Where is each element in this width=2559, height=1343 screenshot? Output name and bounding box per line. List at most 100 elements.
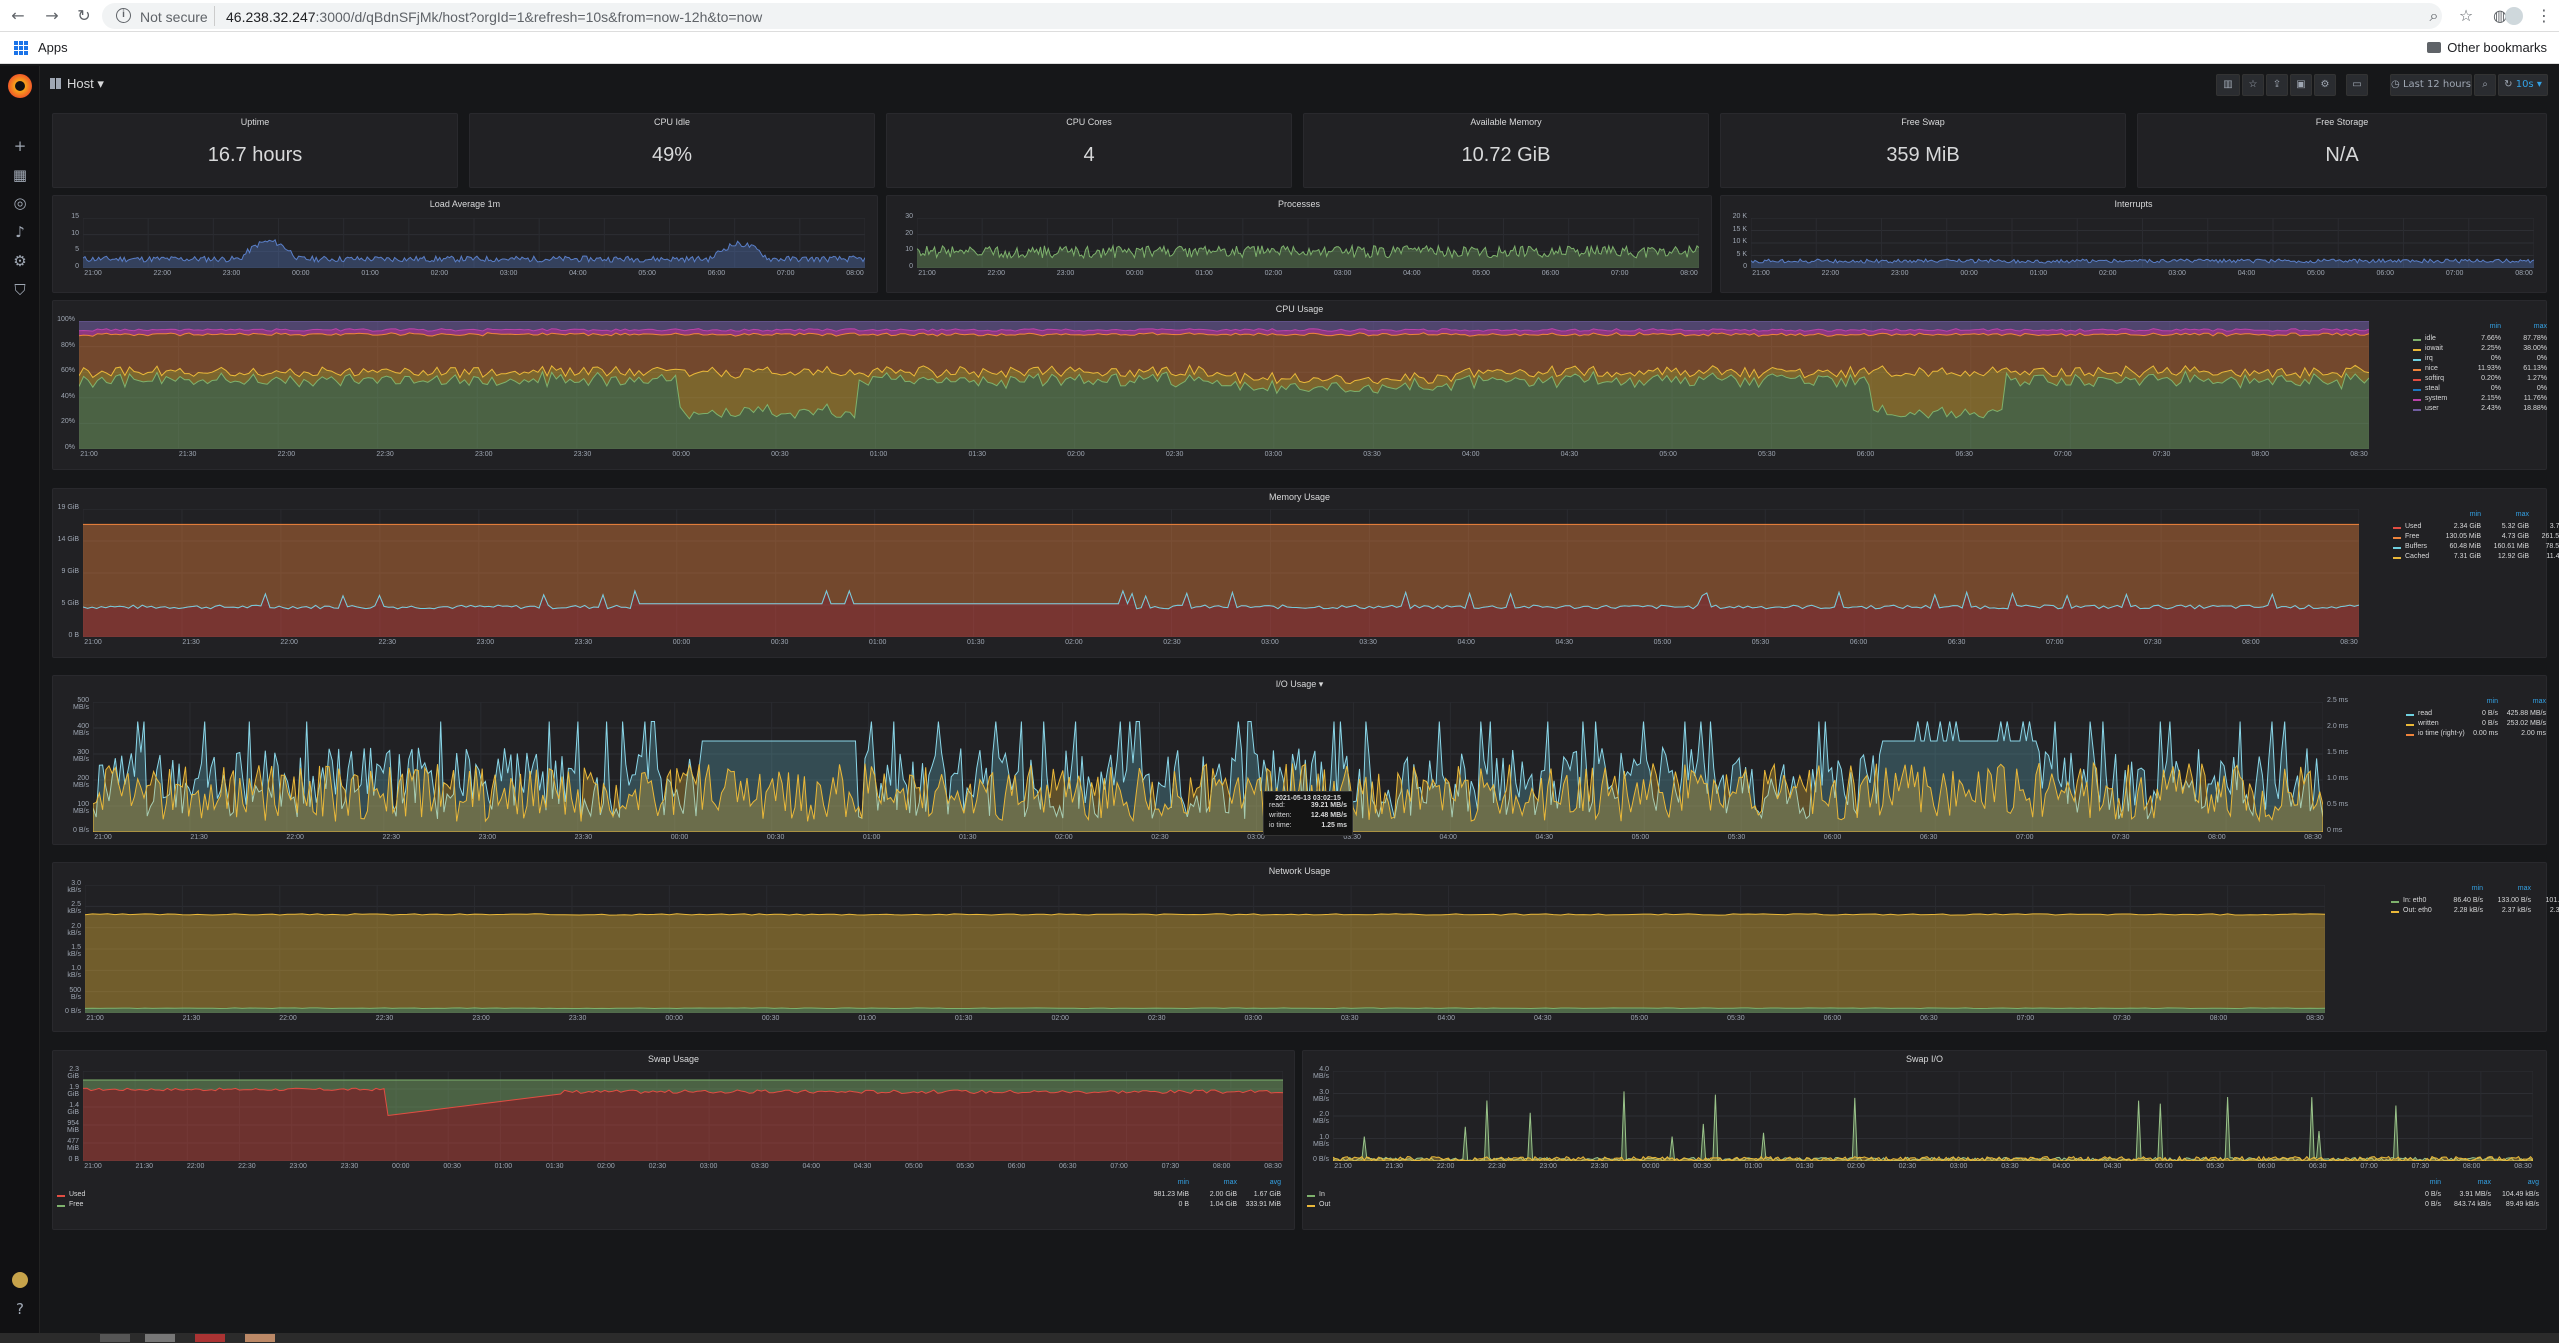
legend-row-in[interactable]: In 0 B/s 3.91 MB/s 104.49 kB/s [1307,1191,2539,1201]
x-tick-label: 03:00 [1244,1015,1263,1022]
in-area [1333,1091,2533,1161]
legend-row-io-time-right-y-[interactable]: io time (right-y)0.00 ms2.00 ms0.85 ms [2406,730,2559,740]
legend-name: Free [2405,533,2420,540]
x-tick-label: 06:00 [707,270,726,277]
menu-kebab-icon[interactable]: ⋮ [2534,6,2554,26]
info-icon[interactable]: i [116,8,131,23]
x-tick-label: 08:30 [1264,1163,1282,1170]
explore-icon[interactable]: ◎ [10,193,30,213]
taskbar-app[interactable] [145,1334,175,1342]
legend-avg: 0% [2549,385,2559,392]
stat-value: N/A [2325,144,2359,166]
gear-icon[interactable]: ⚙ [10,251,30,271]
help-icon[interactable]: ? [10,1299,30,1319]
legend-row-used[interactable]: Used 2.34 GiB 5.32 GiB 3.76 GiB [2393,523,2559,533]
x-tick-label: 23:00 [222,270,241,277]
reload-icon[interactable]: ↻ [74,6,94,26]
x-tick-label: 02:30 [648,1163,667,1170]
y-tick-label: 400 MB/s [73,723,89,737]
add-panel-button[interactable]: ▥ [2216,74,2240,96]
legend-avg: 11.43 GiB [2546,553,2559,560]
apps-bookmark[interactable]: Apps [38,40,68,55]
used-area [83,1088,1283,1161]
taskbar-app[interactable] [195,1334,225,1342]
legend-row-nice[interactable]: nice 11.93% 61.13%29.46% [2413,365,2559,375]
share-button[interactable]: ⇪ [2266,74,2288,96]
y-tick-label: 5 [75,246,79,254]
profile-avatar[interactable] [2505,7,2523,25]
x-tick-label: 04:00 [802,1163,821,1170]
x-tick-label: 02:30 [1165,451,1184,458]
legend-name: steal [2425,385,2440,392]
panel-title: Swap I/O [1905,1054,1943,1064]
chart-plot [1333,1071,2533,1161]
legend-max: 1.04 GiB [1209,1201,1237,1208]
settings-button[interactable]: ⚙ [2314,74,2336,96]
legend-row-out[interactable]: Out 0 B/s 843.74 kB/s 89.49 kB/s [1307,1201,2539,1211]
legend-row-buffers[interactable]: Buffers 60.48 MiB 160.61 MiB 78.54 MiB [2393,543,2559,553]
legend-row-irq[interactable]: irq0%0%0% [2413,355,2559,365]
taskbar-app[interactable] [245,1334,275,1342]
legend-row-written[interactable]: written 0 B/s 253.02 MB/s 64.00 MB/s [2406,720,2559,730]
apps-grid-icon[interactable] [14,41,28,55]
legend-row-idle[interactable]: idle 7.66% 87.78%50.09% [2413,335,2559,345]
forward-icon[interactable]: → [42,6,62,26]
legend-header: max [2515,511,2529,518]
address-bar[interactable]: i Not secure 46.238.32.247:3000/d/qBdnSF… [102,3,2442,29]
panel-title[interactable]: I/O Usage ▾ [53,679,2546,690]
legend-row-user[interactable]: user 2.43% 18.88%6.07% [2413,405,2559,415]
plus-icon[interactable]: + [10,136,30,156]
url-text[interactable]: 46.238.32.247:3000/d/qBdnSFjMk/host?orgI… [226,9,762,25]
tv-mode-button[interactable]: ▭ [2346,74,2368,96]
back-icon[interactable]: ← [8,6,28,26]
star-button[interactable]: ☆ [2242,74,2264,96]
legend-row-read[interactable]: read 0 B/s 425.88 MB/s 61.47 MB/s [2406,710,2559,720]
time-picker[interactable]: ◷ Last 12 hours [2390,74,2472,96]
legend-row-out-eth0[interactable]: Out: eth0 2.28 kB/s 2.37 kB/s 2.30 kB/s [2391,907,2559,917]
legend-min: 0.20% [2481,375,2501,382]
legend-avg: 0% [2549,355,2559,362]
legend-row-free[interactable]: Free 130.05 MiB 4.73 GiB 261.56 MiB [2393,533,2559,543]
zoom-out-button[interactable]: ⌕ [2474,74,2496,96]
x-tick-label: 04:00 [1403,270,1421,277]
x-tick-label: 04:00 [1457,639,1475,646]
legend-row-iowait[interactable]: iowait 2.25% 38.00%9.65% [2413,345,2559,355]
star-icon[interactable]: ☆ [2456,6,2476,26]
y-tick-label: 2.0 kB/s [67,922,81,937]
x-tick-label: 01:30 [1795,1163,1814,1170]
legend-row-cached[interactable]: Cached 7.31 GiB 12.92 GiB 11.43 GiB [2393,553,2559,563]
divider [214,6,215,26]
taskbar-app[interactable] [100,1334,130,1342]
legend-row-used[interactable]: Used 981.23 MiB 2.00 GiB 1.67 GiB [57,1191,1281,1201]
x-tick-label: 00:00 [665,1015,683,1022]
x-tick-label: 08:00 [2208,834,2226,841]
legend-header: min [2489,323,2501,330]
io-usage-panel[interactable]: I/O Usage ▾ 500 MB/s 400 MB/s 300 MB/s 200 … [52,675,2559,845]
legend-swatch [2413,379,2421,381]
search-icon[interactable]: ⌕ [2424,6,2444,26]
save-button[interactable]: ▣ [2290,74,2312,96]
x-tick-label: 01:30 [968,451,987,458]
legend-row-softirq[interactable]: softirq 0.20% 1.27%0.65% [2413,375,2559,385]
shield-icon[interactable]: ⛉ [10,280,30,300]
refresh-button[interactable]: ↻ 10s ▾ [2498,74,2548,96]
bell-icon[interactable]: ♪ [10,222,30,242]
legend-row-in-eth0[interactable]: In: eth0 86.40 B/s 133.00 B/s 101.59 B/s [2391,897,2559,907]
time-range-label: Last 12 hours [2402,79,2471,90]
grafana-logo[interactable] [8,74,32,98]
dashboards-icon[interactable]: ▦ [10,165,30,185]
x-tick-label: 04:30 [1560,451,1579,458]
dashboard-picker[interactable]: Host ▾ [50,76,104,92]
x-tick-label: 07:30 [1161,1163,1180,1170]
user-avatar[interactable] [12,1272,28,1288]
other-bookmarks[interactable]: Other bookmarks [2447,40,2547,55]
legend-name: idle [2425,335,2436,342]
x-tick-label: 01:00 [862,834,881,841]
y-tick-label: 2.0 MB/s [1313,1111,1329,1125]
x-tick-label: 06:00 [1849,639,1868,646]
legend-max: 0% [2536,385,2547,392]
legend-row-steal[interactable]: steal0%0%0% [2413,385,2559,395]
legend-row-system[interactable]: system 2.15% 11.76%2.66% [2413,395,2559,405]
legend-row-free[interactable]: Free 0 B 1.04 GiB 333.91 MiB [57,1201,1281,1211]
chart-plot [85,885,2325,1013]
